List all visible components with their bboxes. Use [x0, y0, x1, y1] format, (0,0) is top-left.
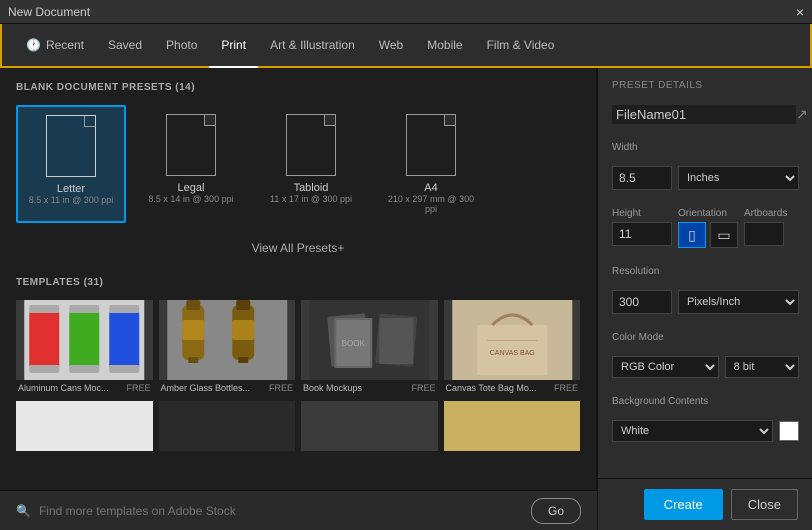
- template-bag-thumb: CANVAS BAG: [444, 300, 581, 380]
- template-books-thumb: BOOK: [301, 300, 438, 380]
- height-label: Height: [612, 208, 672, 219]
- preset-tabloid-icon: [286, 114, 336, 176]
- template-extra-2-thumb: [159, 401, 296, 451]
- template-cans-name: Aluminum Cans Moc...: [18, 383, 109, 393]
- presets-section-title: BLANK DOCUMENT PRESETS (14): [16, 82, 580, 93]
- template-bag[interactable]: CANVAS BAG Canvas Tote Bag Mo... FREE: [444, 300, 581, 393]
- height-input[interactable]: [612, 222, 672, 246]
- color-mode-row: RGB Color CMYK Color Grayscale Lab Color…: [612, 356, 799, 378]
- artboards-input[interactable]: [744, 222, 784, 246]
- orientation-row: ▯ ▭: [678, 222, 738, 248]
- filename-input[interactable]: [612, 105, 796, 124]
- template-extra-1-thumb: [16, 401, 153, 451]
- template-books-name: Book Mockups: [303, 383, 362, 393]
- orientation-label: Orientation: [678, 208, 738, 219]
- svg-text:BOOK: BOOK: [342, 339, 366, 348]
- width-label: Width: [612, 142, 799, 153]
- save-preset-icon[interactable]: ↗: [796, 106, 808, 123]
- portrait-button[interactable]: ▯: [678, 222, 706, 248]
- tab-mobile[interactable]: Mobile: [415, 24, 474, 68]
- tab-photo[interactable]: Photo: [154, 24, 209, 68]
- close-button[interactable]: Close: [731, 489, 798, 520]
- template-row2: [16, 401, 580, 451]
- template-extra-4-thumb: [444, 401, 581, 451]
- landscape-icon: ▭: [717, 227, 730, 244]
- dialog-title: New Document: [8, 5, 90, 19]
- template-bottles-badge: FREE: [269, 383, 293, 393]
- go-button[interactable]: Go: [531, 498, 581, 524]
- portrait-icon: ▯: [688, 227, 696, 244]
- template-bottles-name: Amber Glass Bottles...: [161, 383, 251, 393]
- preset-a4[interactable]: A4 210 x 297 mm @ 300 ppi: [376, 105, 486, 223]
- artboards-group: Artboards: [744, 208, 787, 248]
- template-cans-badge: FREE: [126, 383, 150, 393]
- template-extra-1[interactable]: [16, 401, 153, 451]
- bg-contents-label: Background Contents: [612, 396, 799, 407]
- resolution-label: Resolution: [612, 266, 799, 277]
- template-bottles[interactable]: Amber Glass Bottles... FREE: [159, 300, 296, 393]
- resolution-input[interactable]: [612, 290, 672, 314]
- search-bar: 🔍 Go: [0, 490, 597, 530]
- template-bottles-thumb: [159, 300, 296, 380]
- preset-tabloid[interactable]: Tabloid 11 x 17 in @ 300 ppi: [256, 105, 366, 223]
- filename-row: ↗: [612, 105, 799, 124]
- right-panel-wrap: PRESET DETAILS ↗ Width Inches Pixels Cen…: [597, 68, 812, 530]
- bg-contents-row: White Background Color Transparent Custo…: [612, 420, 799, 442]
- orientation-group: Orientation ▯ ▭: [678, 208, 738, 248]
- preset-letter[interactable]: Letter 8.5 x 11 in @ 300 ppi: [16, 105, 126, 223]
- left-panel: BLANK DOCUMENT PRESETS (14) Letter 8.5 x…: [0, 68, 597, 530]
- create-button[interactable]: Create: [644, 489, 723, 520]
- search-icon: 🔍: [16, 504, 31, 518]
- color-mode-label: Color Mode: [612, 332, 799, 343]
- tab-saved[interactable]: Saved: [96, 24, 154, 68]
- tab-art[interactable]: Art & Illustration: [258, 24, 367, 68]
- artboards-label: Artboards: [744, 208, 787, 219]
- nav-tabs: 🕐 Recent Saved Photo Print Art & Illustr…: [0, 24, 812, 68]
- width-input[interactable]: [612, 166, 672, 190]
- templates-grid: Aluminum Cans Moc... FREE: [16, 300, 580, 393]
- view-all-button[interactable]: View All Presets+: [16, 233, 580, 263]
- template-cans[interactable]: Aluminum Cans Moc... FREE: [16, 300, 153, 393]
- bottom-buttons: Create Close: [598, 478, 812, 530]
- recent-icon: 🕐: [26, 38, 41, 52]
- tab-web[interactable]: Web: [367, 24, 415, 68]
- preset-details-title: PRESET DETAILS: [612, 80, 799, 91]
- title-bar: New Document ×: [0, 0, 812, 24]
- color-bit-select[interactable]: 8 bit 16 bit 32 bit: [725, 356, 799, 378]
- width-row: Inches Pixels Centimeters Millimeters Po…: [612, 166, 799, 190]
- template-extra-2[interactable]: [159, 401, 296, 451]
- height-group: Height: [612, 208, 672, 248]
- preset-a4-icon: [406, 114, 456, 176]
- tab-print[interactable]: Print: [209, 24, 258, 68]
- search-input[interactable]: [39, 504, 523, 518]
- preset-letter-icon: [46, 115, 96, 177]
- template-extra-4[interactable]: [444, 401, 581, 451]
- tab-recent[interactable]: 🕐 Recent: [14, 24, 96, 68]
- template-bag-name: Canvas Tote Bag Mo...: [446, 383, 537, 393]
- main-layout: BLANK DOCUMENT PRESETS (14) Letter 8.5 x…: [0, 68, 812, 530]
- resolution-row: Pixels/Inch Pixels/Cm: [612, 290, 799, 314]
- width-unit-select[interactable]: Inches Pixels Centimeters Millimeters Po…: [678, 166, 799, 190]
- right-panel: PRESET DETAILS ↗ Width Inches Pixels Cen…: [598, 68, 812, 478]
- presets-grid: Letter 8.5 x 11 in @ 300 ppi Legal 8.5 x…: [16, 105, 580, 223]
- template-books[interactable]: BOOK Book Mockups FREE: [301, 300, 438, 393]
- resolution-unit-select[interactable]: Pixels/Inch Pixels/Cm: [678, 290, 799, 314]
- close-icon[interactable]: ×: [796, 4, 804, 20]
- svg-text:CANVAS BAG: CANVAS BAG: [489, 350, 534, 357]
- height-orient-artboards-row: Height Orientation ▯ ▭ Artboard: [612, 208, 799, 248]
- template-extra-3[interactable]: [301, 401, 438, 451]
- bg-color-swatch[interactable]: [779, 421, 799, 441]
- template-bag-badge: FREE: [554, 383, 578, 393]
- template-cans-thumb: [16, 300, 153, 380]
- landscape-button[interactable]: ▭: [710, 222, 738, 248]
- preset-legal[interactable]: Legal 8.5 x 14 in @ 300 ppi: [136, 105, 246, 223]
- bg-contents-select[interactable]: White Background Color Transparent Custo…: [612, 420, 773, 442]
- left-panel-wrap: BLANK DOCUMENT PRESETS (14) Letter 8.5 x…: [0, 68, 597, 530]
- color-mode-select[interactable]: RGB Color CMYK Color Grayscale Lab Color…: [612, 356, 719, 378]
- template-books-badge: FREE: [411, 383, 435, 393]
- preset-legal-icon: [166, 114, 216, 176]
- tab-film[interactable]: Film & Video: [475, 24, 567, 68]
- templates-section-title: TEMPLATES (31): [16, 277, 580, 288]
- template-extra-3-thumb: [301, 401, 438, 451]
